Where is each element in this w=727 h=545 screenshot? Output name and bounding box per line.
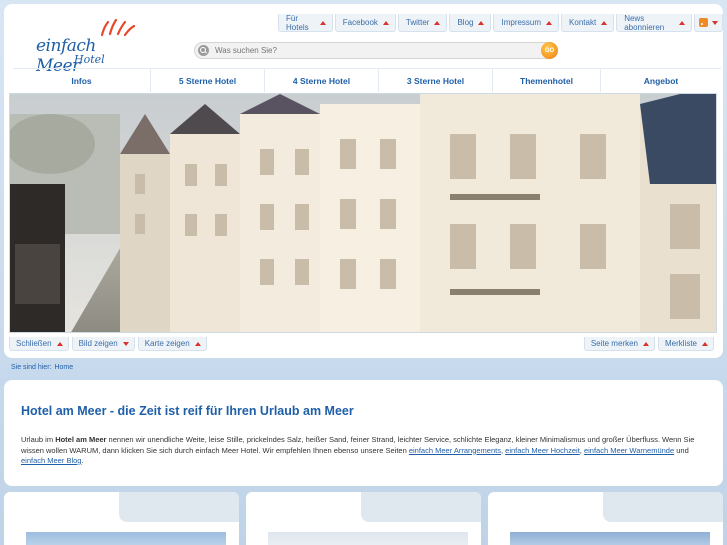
top-link-label: News abonnieren [624,13,665,32]
breadcrumb: Sie sind hier: Home [11,364,76,371]
search-icon[interactable] [198,45,209,56]
teaser-card[interactable] [488,492,723,545]
hero-controls: Schließen Bild zeigen Karte zeigen [9,337,210,351]
teaser-tab [361,492,481,522]
top-link-impressum[interactable]: Impressum [493,14,560,32]
logo[interactable]: einfach Meer Hotel [34,18,144,76]
arrow-up-icon [702,341,708,346]
intro-text: Urlaub im [21,435,56,444]
nav-item-themenhotel[interactable]: Themenhotel [493,69,601,92]
arrow-up-icon [382,20,389,25]
teaser-image [268,532,468,545]
page-title: Hotel am Meer - die Zeit ist reif für Ih… [21,404,354,418]
top-link-twitter[interactable]: Twitter [397,14,448,32]
hero-image [9,93,717,333]
rss-icon [699,18,708,27]
intro-paragraph: Urlaub im Hotel am Meer nennen wir unend… [21,435,701,467]
nav-item-4-sterne[interactable]: 4 Sterne Hotel [265,69,379,92]
arrow-up-icon [642,341,649,346]
show-map-label: Karte zeigen [144,339,190,348]
close-label: Schließen [16,339,52,348]
arrow-up-icon [601,20,608,25]
top-link-label: Für Hotels [286,13,309,32]
link-warnemuende[interactable]: einfach Meer Warnemünde [584,446,674,455]
watchlist-label: Merkliste [664,339,697,348]
arrow-up-icon [319,20,326,25]
close-hero-button[interactable]: Schließen [9,337,69,351]
separator: und [674,445,689,455]
arrow-up-icon [478,20,485,25]
sun-logo-icon [100,18,136,37]
bookmark-page-button[interactable]: Seite merken [583,337,655,351]
top-link-label: Twitter [405,18,430,27]
top-link-label: Blog [457,18,474,27]
top-link-kontakt[interactable]: Kontakt [561,14,615,32]
nav-item-infos[interactable]: Infos [13,69,151,92]
nav-item-5-sterne[interactable]: 5 Sterne Hotel [151,69,265,92]
teaser-card[interactable] [4,492,239,545]
go-button[interactable]: GO [541,42,558,59]
top-link-facebook[interactable]: Facebook [334,14,396,32]
teaser-image [510,532,710,545]
search-bar: GO [194,42,558,59]
arrow-up-icon [56,341,63,346]
breadcrumb-home-link[interactable]: Home [54,364,73,371]
link-blog[interactable]: einfach Meer Blog [21,456,81,465]
top-link-label: Kontakt [569,18,597,27]
show-map-button[interactable]: Karte zeigen [137,337,207,351]
top-link-label: Facebook [342,18,378,27]
nav-item-angebot[interactable]: Angebot [601,69,721,92]
rss-dropdown[interactable] [694,14,723,32]
show-image-button[interactable]: Bild zeigen [71,337,135,351]
chevron-down-icon [122,341,129,346]
main-nav: Infos 5 Sterne Hotel 4 Sterne Hotel 3 St… [13,68,721,92]
top-link-newsletter[interactable]: News abonnieren [616,14,692,32]
arrow-up-icon [546,20,553,25]
logo-subtitle: Hotel [74,53,105,66]
top-links-bar: Für Hotels Facebook Twitter Blog Impress… [278,14,723,32]
link-hochzeit[interactable]: einfach Meer Hochzeit [505,446,580,455]
chevron-down-icon [712,20,718,25]
arrow-up-icon [194,341,201,346]
link-arrangements[interactable]: einfach Meer Arrangements [409,446,501,455]
content-panel: Hotel am Meer - die Zeit ist reif für Ih… [4,380,723,486]
teaser-card[interactable] [246,492,481,545]
hero-controls-right: Seite merken Merkliste [583,337,717,351]
arrow-up-icon [679,20,685,25]
arrow-up-icon [434,20,441,25]
teaser-image [26,532,226,545]
separator: . [81,456,84,465]
top-link-blog[interactable]: Blog [449,14,492,32]
bookmark-label: Seite merken [590,339,638,348]
hero-building-photo [10,94,716,332]
top-link-hotels[interactable]: Für Hotels [278,14,333,32]
nav-item-3-sterne[interactable]: 3 Sterne Hotel [379,69,493,92]
search-input[interactable] [215,44,535,57]
teaser-tab [119,492,239,522]
breadcrumb-prefix: Sie sind hier: [11,364,52,371]
watchlist-button[interactable]: Merkliste [657,337,714,351]
top-link-label: Impressum [501,18,542,27]
header-panel: einfach Meer Hotel Für Hotels Facebook T… [4,4,723,358]
teaser-tab [603,492,723,522]
intro-bold-text: Hotel am Meer [55,435,107,444]
show-image-label: Bild zeigen [78,339,118,348]
